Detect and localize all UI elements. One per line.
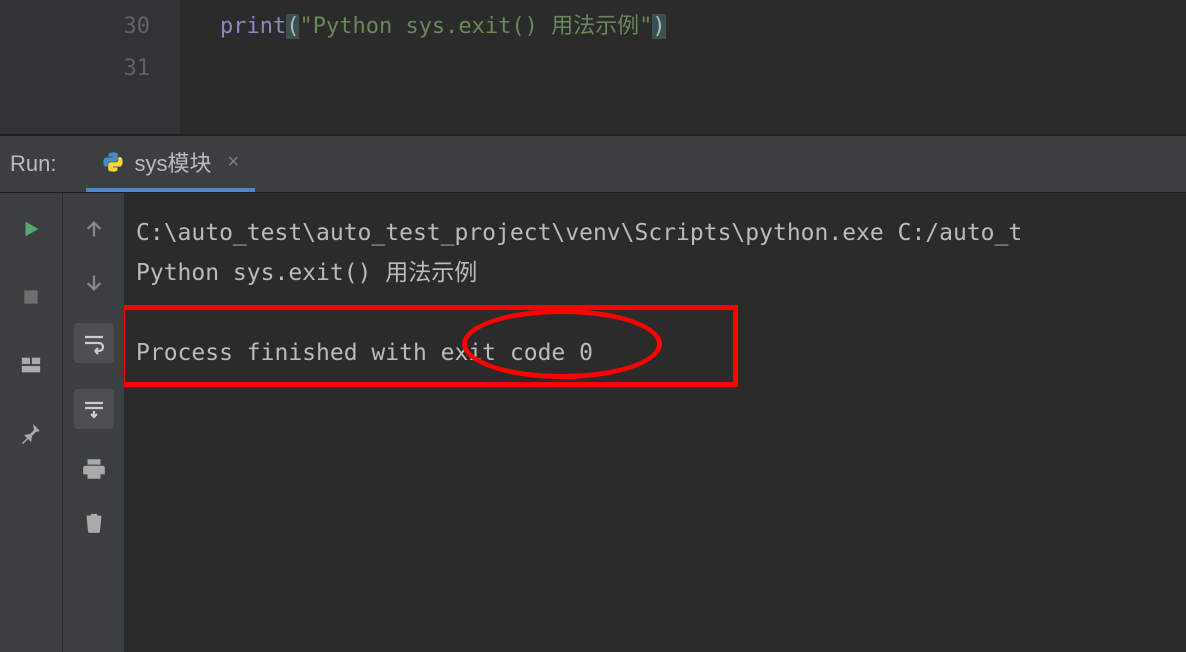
- run-button[interactable]: [17, 215, 45, 243]
- up-arrow-icon[interactable]: [80, 215, 108, 243]
- tab-title: sys模块: [134, 146, 211, 178]
- console-line: [136, 293, 1174, 333]
- close-icon[interactable]: ×: [228, 151, 240, 174]
- scroll-to-end-button[interactable]: [74, 389, 114, 429]
- token-function: print: [220, 14, 286, 39]
- code-line: print("Python sys.exit() 用法示例"): [220, 6, 1186, 48]
- token-paren: ): [652, 14, 665, 39]
- layout-icon[interactable]: [17, 351, 45, 379]
- trash-icon[interactable]: [80, 509, 108, 537]
- soft-wrap-button[interactable]: [74, 323, 114, 363]
- down-arrow-icon[interactable]: [80, 269, 108, 297]
- code-line: [220, 48, 1186, 90]
- run-panel-header: Run: sys模块 ×: [0, 135, 1186, 193]
- line-number: 31: [0, 48, 150, 90]
- token-paren: (: [286, 14, 299, 39]
- code-content[interactable]: print("Python sys.exit() 用法示例"): [180, 0, 1186, 134]
- run-toolbar-inner: [62, 193, 124, 652]
- run-toolbar-outer: [0, 193, 62, 652]
- print-icon[interactable]: [80, 455, 108, 483]
- run-panel-body: C:\auto_test\auto_test_project\venv\Scri…: [0, 193, 1186, 652]
- python-icon: [102, 151, 124, 173]
- stop-button[interactable]: [17, 283, 45, 311]
- console-output[interactable]: C:\auto_test\auto_test_project\venv\Scri…: [124, 193, 1186, 652]
- line-gutter: 30 31: [0, 0, 180, 134]
- code-editor[interactable]: 30 31 print("Python sys.exit() 用法示例"): [0, 0, 1186, 135]
- run-tab[interactable]: sys模块 ×: [86, 136, 255, 192]
- line-number: 30: [0, 6, 150, 48]
- console-line: Process finished with exit code 0: [136, 333, 1174, 373]
- console-line: C:\auto_test\auto_test_project\venv\Scri…: [136, 213, 1174, 253]
- run-label: Run:: [0, 151, 86, 177]
- pin-icon[interactable]: [17, 419, 45, 447]
- token-string: "Python sys.exit() 用法示例": [299, 14, 652, 39]
- console-line: Python sys.exit() 用法示例: [136, 253, 1174, 293]
